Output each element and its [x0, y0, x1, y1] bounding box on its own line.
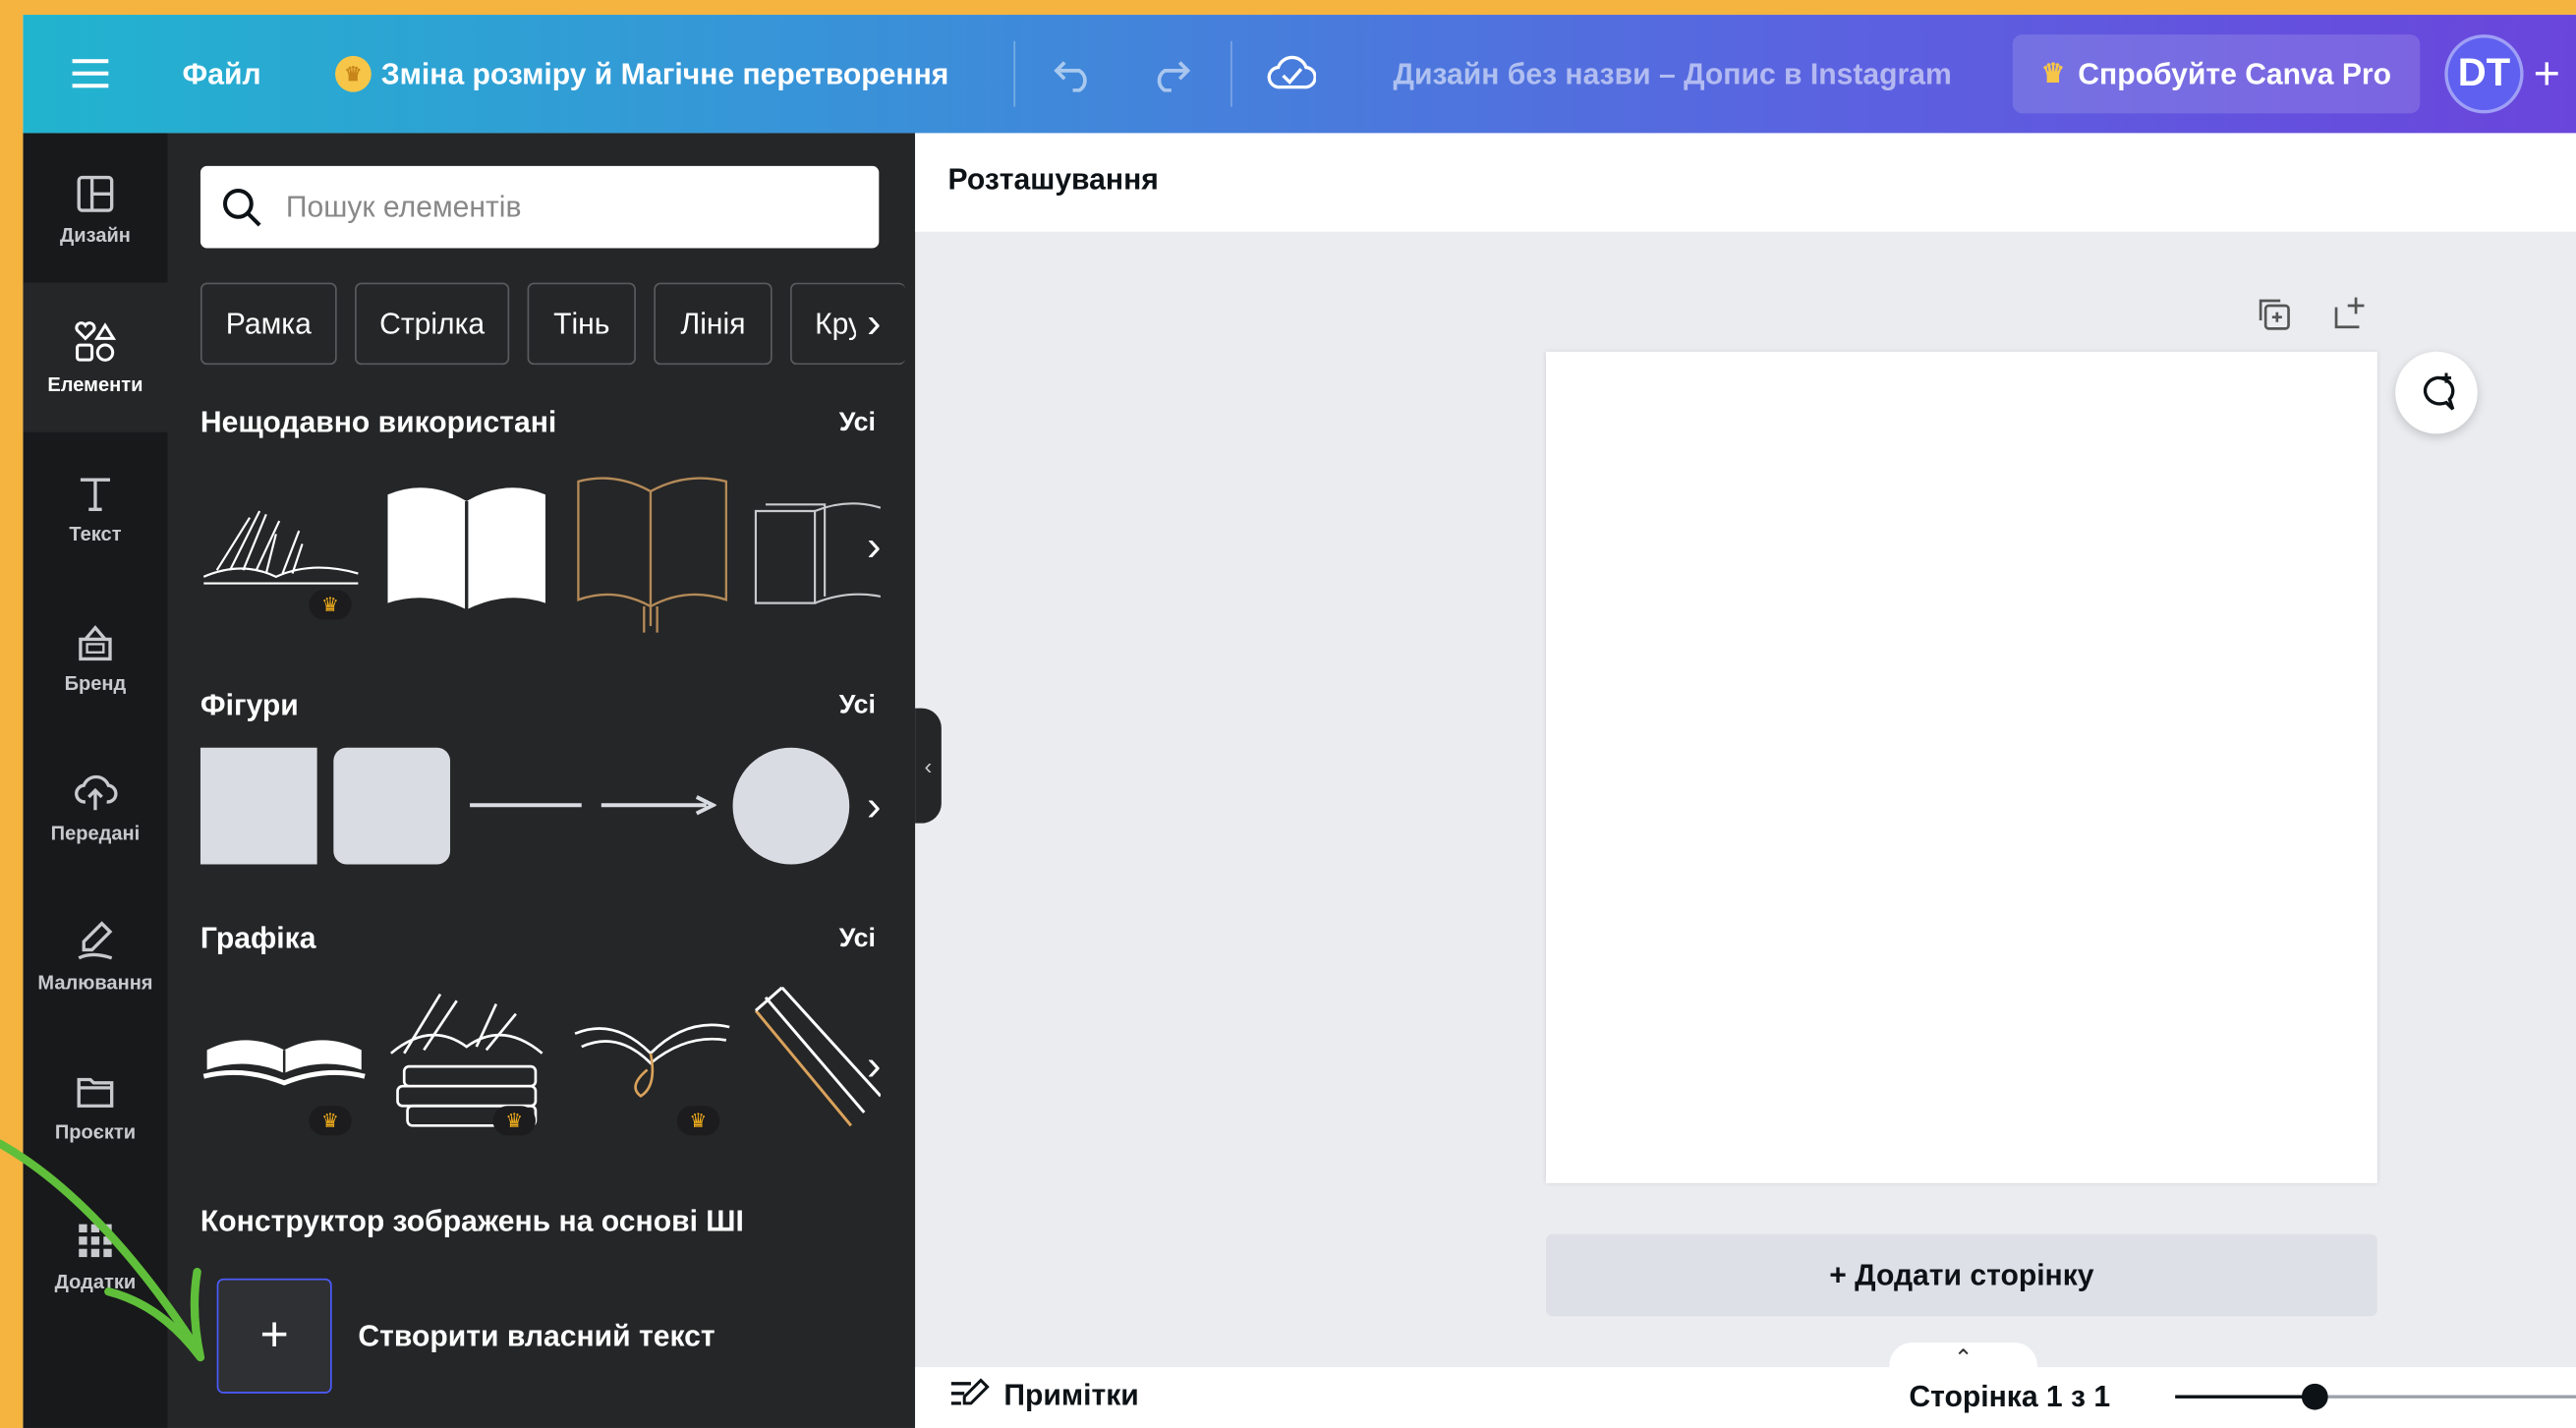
rounded-square-shape[interactable]	[333, 747, 451, 865]
chevron-left-icon: ‹	[924, 752, 933, 779]
draw-icon	[78, 920, 113, 959]
divider	[1013, 40, 1016, 107]
ai-title: Конструктор зображень на основі ШІ	[200, 1204, 744, 1238]
resize-label: Зміна розміру й Магічне перетворення	[380, 56, 949, 90]
nav-design[interactable]: Дизайн	[23, 133, 167, 282]
search-placeholder: Пошук елементів	[285, 190, 522, 223]
add-page-icon[interactable]	[2329, 294, 2369, 333]
add-page-button[interactable]: + Додати сторінку	[1545, 1233, 2377, 1317]
crown-icon: ♛	[2040, 60, 2065, 89]
nav-uploads[interactable]: Передані	[23, 731, 167, 881]
duplicate-page-icon[interactable]	[2254, 294, 2293, 333]
try-pro-button[interactable]: ♛ Спробуйте Canva Pro	[2012, 34, 2421, 114]
shapes-icon	[75, 320, 117, 362]
zoom-slider[interactable]	[2175, 1383, 2576, 1410]
search-input[interactable]: Пошук елементів	[200, 165, 880, 249]
collapse-panel-button[interactable]: ‹	[915, 708, 942, 824]
shapes-title: Фігури	[200, 688, 299, 722]
nav-draw[interactable]: Малювання	[23, 881, 167, 1030]
crown-icon: ♛	[309, 1106, 352, 1136]
chevron-right-icon[interactable]: ›	[856, 1044, 892, 1086]
layout-icon	[77, 175, 114, 211]
pro-label: Спробуйте Canva Pro	[2078, 56, 2392, 90]
file-menu[interactable]: Файл	[183, 15, 261, 133]
crown-icon: ♛	[676, 1106, 720, 1136]
position-button[interactable]: Розташування	[948, 163, 1159, 198]
nav-elements[interactable]: Елементи	[23, 282, 168, 432]
ai-create-button[interactable]: +	[216, 1278, 332, 1394]
plus-icon[interactable]: +	[2534, 15, 2560, 133]
nav-label: Елементи	[47, 371, 143, 396]
notes-button[interactable]: Примітки	[948, 1377, 1139, 1413]
ai-create-label[interactable]: Створити власний текст	[358, 1320, 715, 1354]
nav-label: Малювання	[37, 970, 153, 994]
comment-plus-icon	[2423, 372, 2455, 411]
book-sketch-thumb[interactable]	[200, 498, 362, 587]
arrow-line-shape[interactable]	[598, 794, 716, 817]
notes-icon	[950, 1378, 990, 1405]
cloud-saved-icon[interactable]	[1267, 15, 1316, 133]
see-all-shapes[interactable]: Усі	[839, 692, 876, 721]
redo-icon[interactable]	[1148, 15, 1191, 133]
menu-icon[interactable]	[72, 15, 112, 133]
square-shape[interactable]	[200, 747, 317, 865]
chip-line[interactable]: Лінія	[654, 282, 773, 366]
avatar[interactable]: DT	[2444, 34, 2524, 114]
notes-label: Примітки	[1003, 1377, 1139, 1411]
folder-icon	[77, 1076, 114, 1108]
canva-editor: Файл ♛ Зміна розміру й Магічне перетворе…	[23, 15, 2576, 1428]
graphics-title: Графіка	[200, 921, 316, 955]
divider	[1231, 40, 1232, 107]
top-bar: Файл ♛ Зміна розміру й Магічне перетворе…	[23, 15, 2576, 134]
search-icon	[223, 188, 261, 227]
undo-icon[interactable]	[1053, 15, 1095, 133]
context-toolbar: Розташування	[915, 133, 2576, 232]
design-title[interactable]: Дизайн без назви – Допис в Instagram	[1394, 15, 1952, 133]
flying-book-graphic[interactable]	[568, 1004, 732, 1103]
book-outline-thumb[interactable]	[568, 469, 732, 633]
crown-icon: ♛	[309, 590, 352, 620]
chip-arrow[interactable]: Стрілка	[355, 282, 510, 366]
page-indicator: Сторінка 1 з 1	[1909, 1380, 2111, 1413]
nav-label: Дизайн	[59, 222, 131, 246]
nav-text[interactable]: Текст	[23, 432, 167, 582]
zoom-slider-fill	[2175, 1395, 2316, 1399]
recent-title: Нещодавно використані	[200, 405, 557, 439]
annotation-arrow	[0, 1139, 205, 1362]
nav-label: Бренд	[64, 671, 127, 695]
chevron-right-icon[interactable]: ›	[856, 784, 892, 827]
plus-icon: +	[259, 1307, 289, 1363]
elements-panel: Пошук елементів Рамка Стрілка Тінь Лінія…	[167, 133, 916, 1428]
brand-icon	[79, 624, 112, 660]
crown-icon: ♛	[335, 55, 372, 92]
chevron-right-icon[interactable]: ›	[855, 301, 892, 343]
open-book-graphic[interactable]	[200, 1020, 369, 1089]
circle-shape[interactable]	[732, 747, 850, 865]
open-book-thumb[interactable]	[381, 475, 552, 619]
nav-brand[interactable]: Бренд	[23, 582, 167, 731]
zoom-slider-knob[interactable]	[2302, 1383, 2329, 1410]
add-comment-button[interactable]	[2395, 351, 2478, 434]
chip-shadow[interactable]: Тінь	[527, 282, 636, 366]
design-canvas[interactable]	[1545, 351, 2377, 1183]
nav-label: Передані	[50, 821, 141, 844]
nav-label: Текст	[69, 521, 122, 545]
resize-button[interactable]: ♛ Зміна розміру й Магічне перетворення	[335, 15, 948, 133]
see-all-graphics[interactable]: Усі	[839, 925, 876, 954]
upload-cloud-icon	[75, 774, 118, 810]
chip-frame[interactable]: Рамка	[200, 282, 337, 366]
bottom-bar: Примітки Сторінка 1 з 1	[915, 1367, 2576, 1428]
text-icon	[80, 477, 110, 511]
line-shape[interactable]	[467, 794, 585, 817]
chevron-right-icon[interactable]: ›	[856, 524, 892, 566]
see-all-recent[interactable]: Усі	[839, 409, 876, 438]
crown-icon: ♛	[492, 1106, 536, 1136]
